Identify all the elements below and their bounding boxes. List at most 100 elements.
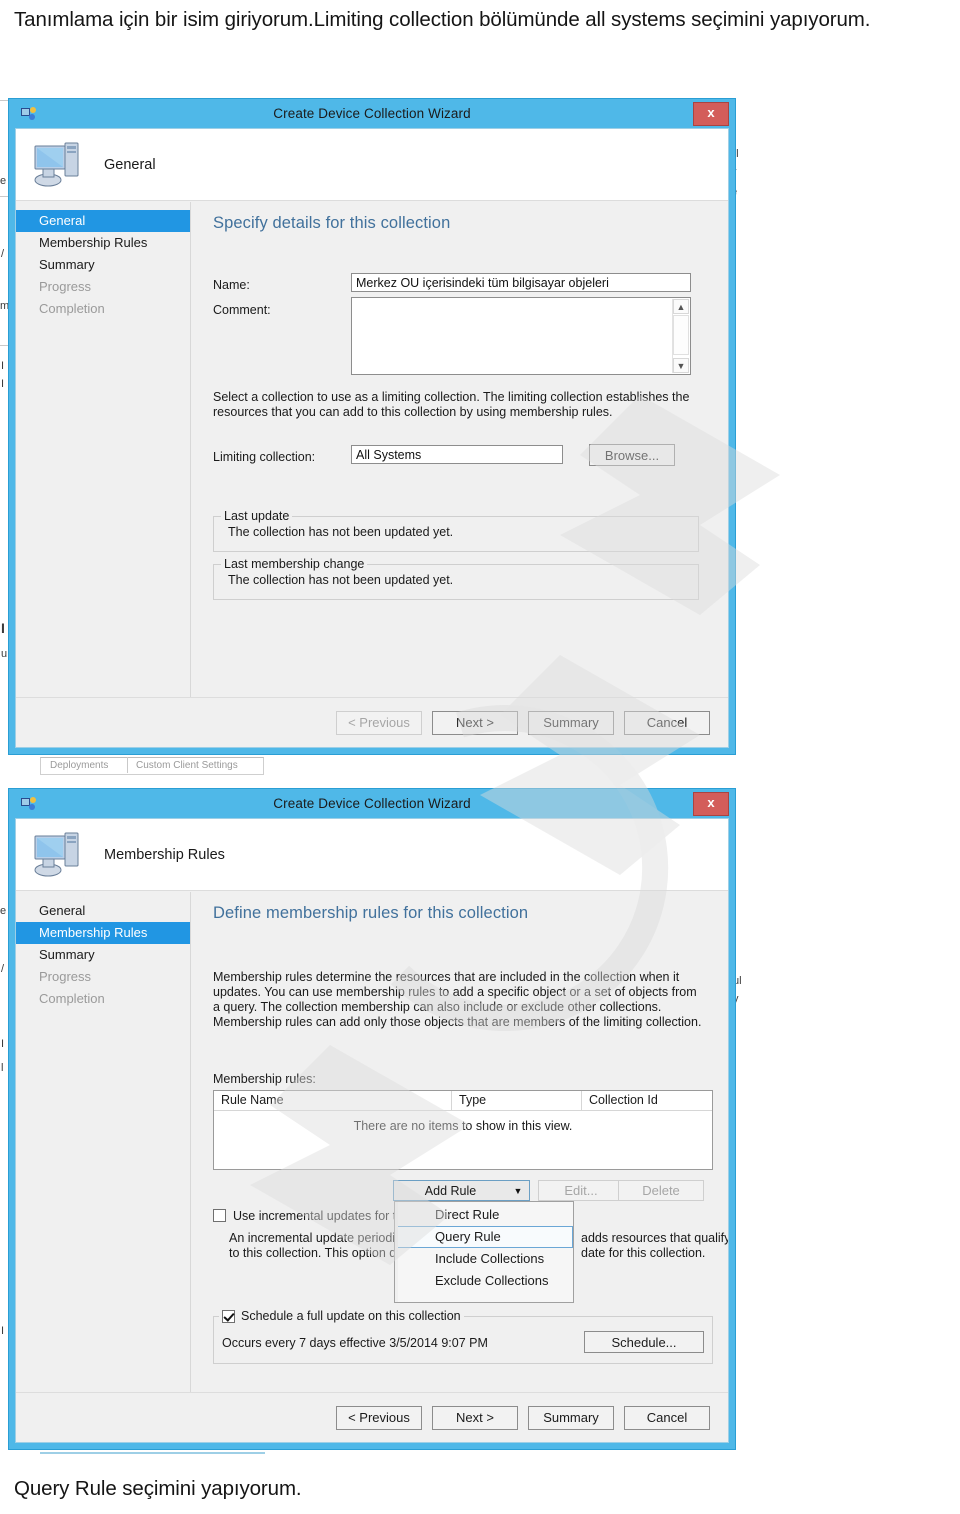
edit-button: Edit...: [538, 1180, 624, 1201]
summary-button[interactable]: Summary: [528, 710, 614, 735]
comment-textarea[interactable]: ▲ ▼: [351, 297, 691, 375]
last-membership-group: Last membership change The collection ha…: [213, 557, 699, 600]
browse-button[interactable]: Browse...: [589, 444, 675, 466]
general-page: Specify details for this collection Name…: [191, 202, 728, 747]
name-input[interactable]: [351, 273, 691, 292]
menu-item-exclude-collections[interactable]: Exclude Collections: [395, 1270, 573, 1292]
wizard-footer: < Previous Next > Summary Cancel: [16, 1392, 728, 1442]
wizard-footer: < Previous Next > Summary Cancel: [16, 697, 728, 747]
membership-rules-label: Membership rules:: [213, 1072, 316, 1086]
close-icon[interactable]: x: [693, 792, 729, 816]
wizard-nav: General Membership Rules Summary Progres…: [16, 892, 191, 1442]
comment-scrollbar[interactable]: ▲ ▼: [672, 299, 689, 373]
computer-icon: [34, 142, 79, 186]
wizard-banner: General: [16, 129, 728, 201]
incremental-text-right2: date for this collection.: [581, 1246, 706, 1260]
membership-rules-page: Define membership rules for this collect…: [191, 892, 728, 1442]
column-rule-name[interactable]: Rule Name: [214, 1091, 452, 1110]
cancel-button[interactable]: Cancel: [624, 1405, 710, 1430]
incremental-text-line1: An incremental update periodicall: [229, 1231, 404, 1245]
nav-item-completion: Completion: [39, 301, 105, 316]
bg-fragment: I: [1, 378, 5, 390]
column-collection-id[interactable]: Collection Id: [582, 1091, 712, 1110]
limiting-collection-label: Limiting collection:: [213, 450, 316, 464]
bg-fragment: u: [1, 648, 8, 660]
bg-divider: [0, 100, 8, 101]
schedule-group: Schedule a full update on this collectio…: [213, 1309, 713, 1364]
bg-fragment: I: [1, 1038, 5, 1050]
incremental-text-line2: to this collection. This option doe: [229, 1246, 404, 1260]
nav-item-progress: Progress: [39, 969, 92, 984]
page-heading: Define membership rules for this collect…: [213, 904, 529, 922]
last-membership-title: Last membership change: [221, 557, 368, 571]
menu-item-include-collections[interactable]: Include Collections: [395, 1248, 573, 1270]
next-button[interactable]: Next >: [432, 1405, 518, 1430]
incremental-updates-label: Use incremental updates for this c: [233, 1209, 401, 1223]
nav-item-membership-rules[interactable]: Membership Rules: [16, 232, 190, 254]
window-title: Create Device Collection Wizard: [273, 796, 471, 811]
add-rule-button[interactable]: Add Rule ▼: [393, 1180, 530, 1201]
title-bar: Create Device Collection Wizard x: [9, 99, 735, 128]
menu-item-direct-rule[interactable]: Direct Rule: [395, 1204, 573, 1226]
incremental-text-right1: adds resources that qualify: [581, 1231, 729, 1245]
schedule-checkbox[interactable]: [222, 1309, 235, 1323]
schedule-button[interactable]: Schedule...: [584, 1331, 704, 1353]
scroll-down-icon[interactable]: ▼: [673, 358, 689, 373]
bg-fragment: e: [0, 905, 7, 917]
membership-rules-listview[interactable]: Rule Name Type Collection Id There are n…: [213, 1090, 713, 1170]
nav-item-summary[interactable]: Summary: [16, 254, 190, 276]
next-button[interactable]: Next >: [432, 710, 518, 735]
app-icon: [21, 797, 36, 810]
nav-item-membership-rules[interactable]: Membership Rules: [16, 922, 190, 944]
bg-fragment: l: [1, 1062, 4, 1074]
nav-item-general[interactable]: General: [16, 210, 190, 232]
schedule-occurs-text: Occurs every 7 days effective 3/5/2014 9…: [222, 1336, 488, 1350]
bg-fragment: Deployments: [50, 760, 109, 771]
schedule-checkbox-row[interactable]: Schedule a full update on this collectio…: [219, 1309, 464, 1323]
incremental-updates-row[interactable]: Use incremental updates for this c: [213, 1209, 403, 1223]
bg-divider: [127, 757, 128, 773]
incremental-updates-checkbox[interactable]: [213, 1209, 226, 1222]
computer-icon: [34, 832, 79, 876]
wizard-content: General Membership Rules Summary Progres…: [16, 892, 728, 1442]
wizard-body: General General Membership Rules Summary…: [15, 128, 729, 748]
bg-fragment: I: [1, 620, 5, 636]
wizard-nav: General Membership Rules Summary Progres…: [16, 202, 191, 747]
scroll-thumb[interactable]: [673, 315, 689, 355]
limiting-collection-input[interactable]: [351, 445, 563, 464]
menu-item-query-rule[interactable]: Query Rule: [395, 1226, 573, 1248]
name-label: Name:: [213, 278, 250, 292]
previous-button: < Previous: [336, 710, 422, 735]
nav-item-summary[interactable]: Summary: [16, 944, 190, 966]
scroll-up-icon[interactable]: ▲: [673, 299, 689, 314]
wizard-content: General Membership Rules Summary Progres…: [16, 202, 728, 747]
summary-button[interactable]: Summary: [528, 1405, 614, 1430]
cancel-button[interactable]: Cancel: [624, 710, 710, 735]
listview-header: Rule Name Type Collection Id: [214, 1091, 712, 1111]
nav-item-general[interactable]: General: [16, 900, 190, 922]
bg-fragment: Custom Client Settings: [136, 760, 238, 771]
app-icon: [21, 107, 36, 120]
membership-description: Membership rules determine the resources…: [213, 970, 702, 1029]
bg-fragment: I: [1, 1325, 5, 1337]
bg-fragment: e: [0, 175, 7, 187]
nav-item-progress: Progress: [39, 279, 92, 294]
page-heading: Specify details for this collection: [213, 214, 451, 232]
banner-title: General: [104, 156, 156, 173]
last-update-group: Last update The collection has not been …: [213, 509, 699, 552]
column-type[interactable]: Type: [452, 1091, 582, 1110]
listview-empty-text: There are no items to show in this view.: [353, 1119, 573, 1133]
bg-fragment: I: [1, 360, 5, 372]
title-bar: Create Device Collection Wizard x: [9, 789, 735, 818]
last-update-title: Last update: [221, 509, 293, 523]
window-title: Create Device Collection Wizard: [273, 106, 471, 121]
add-rule-menu[interactable]: Direct Rule Query Rule Include Collectio…: [394, 1201, 574, 1303]
bg-divider: [40, 1452, 265, 1454]
close-icon[interactable]: x: [693, 102, 729, 126]
previous-button[interactable]: < Previous: [336, 1405, 422, 1430]
banner-title: Membership Rules: [104, 846, 225, 863]
menu-gutter: [395, 1202, 398, 1302]
wizard-banner: Membership Rules: [16, 819, 728, 891]
wizard-body: Membership Rules General Membership Rule…: [15, 818, 729, 1443]
bg-fragment: /: [1, 248, 5, 260]
